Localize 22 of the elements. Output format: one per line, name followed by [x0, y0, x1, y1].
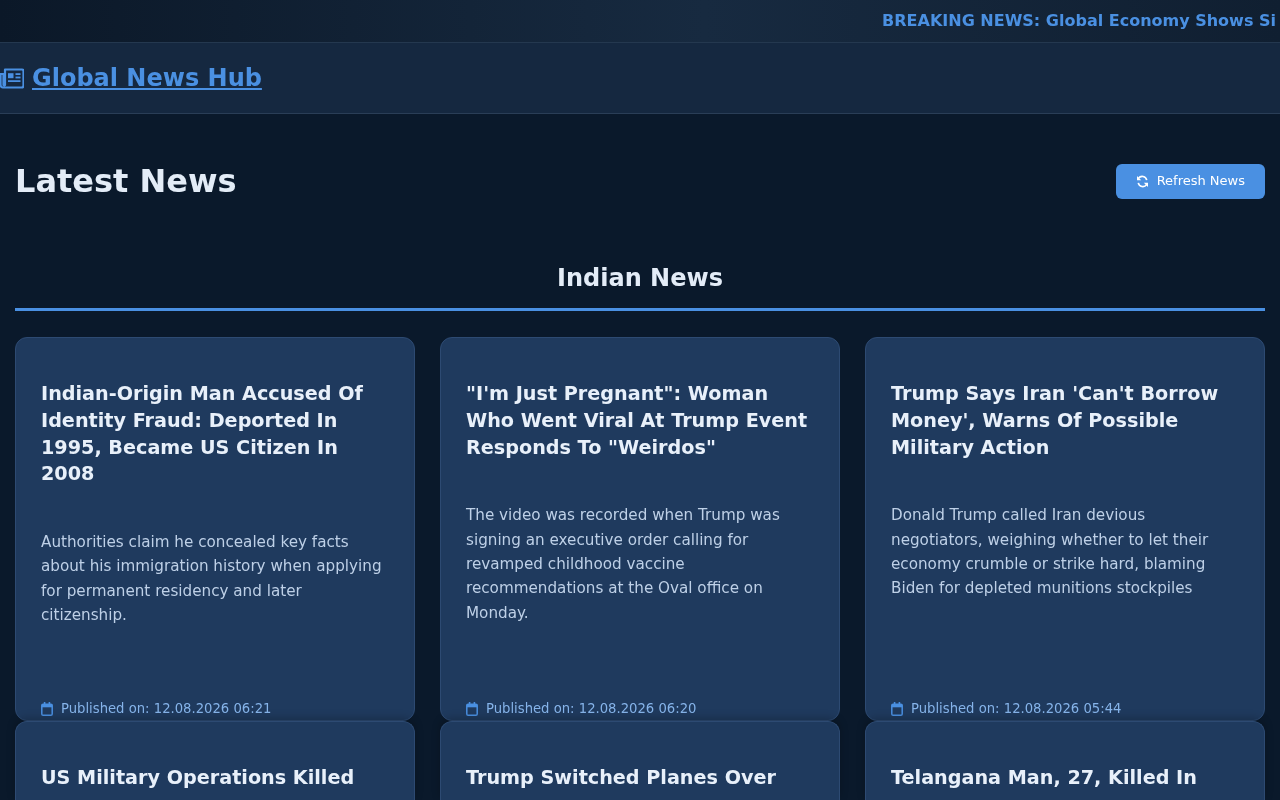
article-title: Indian-Origin Man Accused Of Identity Fraud: Deported In 1995, Became US Citizen In 2008 [41, 381, 364, 488]
article-summary: The video was recorded when Trump was signing an executive order calling for revamped childhood vaccine recommendations at the Oval office on Monday. [466, 505, 781, 624]
site-title-link[interactable]: Global News Hub [32, 63, 262, 93]
page-heading: Latest News [15, 162, 237, 201]
section-heading: Indian News [15, 264, 1265, 312]
refresh-news-button[interactable]: Refresh News [1115, 163, 1265, 199]
publish-date: Published on: 12.08.2026 06:21 [61, 700, 272, 719]
newspaper-icon [0, 67, 24, 89]
article-summary: Donald Trump called Iran devious negotiators, weighing whether to let their economy crumble or strike hard, blaming Biden for depleted munitions stockpiles [891, 505, 1210, 600]
refresh-icon [1135, 174, 1149, 188]
article-title: US Military Operations Killed [41, 765, 356, 792]
article-title: Telangana Man, 27, Killed In [891, 765, 1198, 792]
publish-date: Published on: 12.08.2026 06:20 [486, 700, 697, 719]
article-title: Trump Says Iran 'Can't Borrow Money', Warns Of Possible Military Action [891, 381, 1220, 461]
calendar-icon [41, 702, 53, 717]
breaking-news-text: BREAKING NEWS: Global Economy Shows Si [882, 11, 1276, 31]
article-title: "I'm Just Pregnant": Woman Who Went Viral At Trump Event Responds To "Weirdos" [466, 381, 809, 461]
article-summary: Authorities claim he concealed key facts about his immigration history when applying for permanent residency and later citizenship. [41, 531, 383, 626]
article-title: Trump Switched Planes Over [466, 765, 777, 792]
publish-date: Published on: 12.08.2026 05:44 [911, 700, 1122, 719]
calendar-icon [891, 702, 903, 717]
calendar-icon [466, 702, 478, 717]
